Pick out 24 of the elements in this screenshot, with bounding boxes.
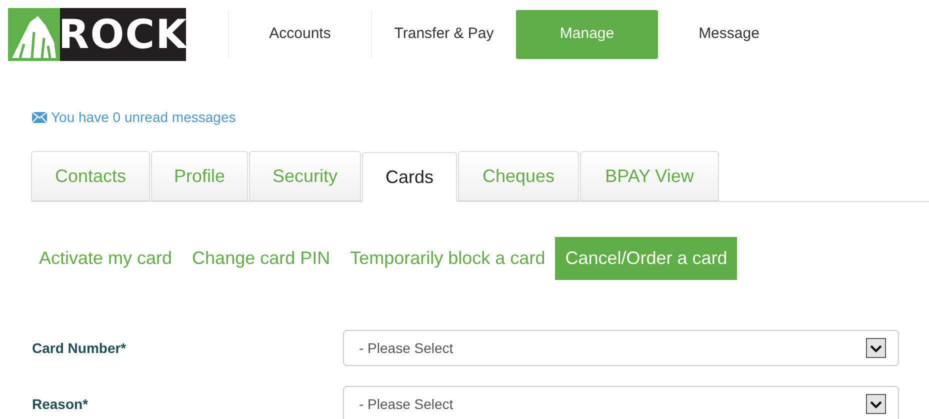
tab[interactable]: Cheques — [458, 151, 579, 201]
nav-tab[interactable]: Message — [658, 10, 800, 58]
subnav-link[interactable]: Temporarily block a card — [340, 237, 556, 280]
field-label: Reason* — [32, 394, 90, 414]
dropdown-caret-icon — [866, 338, 886, 358]
select-field[interactable]: - Please Select — [343, 330, 899, 366]
tab[interactable]: Security — [249, 151, 361, 201]
nav-tab[interactable]: Manage — [516, 10, 658, 58]
unread-messages-link[interactable]: You have 0 unread messages — [51, 107, 236, 128]
dropdown-caret-icon — [866, 394, 886, 414]
tab[interactable]: Profile — [151, 151, 248, 201]
subnav-link[interactable]: Cancel/Order a card — [555, 237, 738, 280]
subnav-link[interactable]: Activate my card — [29, 237, 182, 280]
tab[interactable]: BPAY View — [580, 151, 719, 201]
logo-wordmark: ROCK — [60, 8, 186, 61]
tab[interactable]: Contacts — [31, 151, 150, 201]
select-field[interactable]: - Please Select — [343, 386, 899, 419]
field-label: Card Number* — [32, 338, 128, 358]
logo-mark-icon — [8, 8, 60, 61]
tab[interactable]: Cards — [362, 152, 457, 202]
envelope-icon — [32, 112, 47, 123]
subnav-link[interactable]: Change card PIN — [182, 237, 340, 280]
nav-tab[interactable]: Transfer & Pay — [372, 10, 516, 58]
nav-tab[interactable]: Accounts — [229, 10, 371, 58]
